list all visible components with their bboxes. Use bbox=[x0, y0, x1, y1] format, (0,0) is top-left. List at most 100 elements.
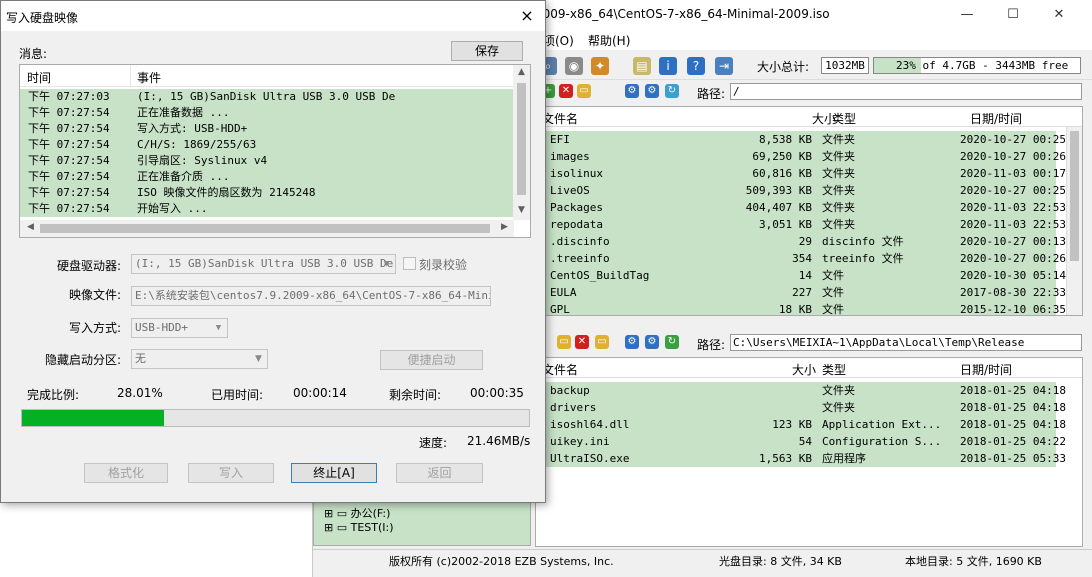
log-hscroll-thumb[interactable] bbox=[40, 224, 490, 233]
log-row[interactable]: 下午 07:27:54 正在准备数据 ... bbox=[20, 105, 514, 121]
file-size: 123 KB bbox=[772, 418, 812, 431]
close-icon[interactable]: × bbox=[515, 5, 539, 27]
file-row[interactable]: ▰EFI8,538 KB文件夹2020-10-27 00:25 bbox=[536, 131, 1066, 148]
column-header-date[interactable]: 日期/时间 bbox=[960, 361, 1012, 378]
maximize-icon[interactable]: ☐ bbox=[999, 4, 1027, 26]
log-horizontal-scrollbar[interactable]: ◀ ▶ bbox=[20, 220, 514, 237]
column-header-type[interactable]: 类型 bbox=[832, 110, 856, 127]
log-row[interactable]: 下午 07:27:54 ISO 映像文件的扇区数为 2145248 bbox=[20, 185, 514, 201]
log-row[interactable]: 下午 07:27:54 C/H/S: 1869/255/63 bbox=[20, 137, 514, 153]
file-row[interactable]: ▰GPL18 KB文件2015-12-10 06:35 bbox=[536, 301, 1066, 315]
iso-list-scrollbar[interactable] bbox=[1066, 127, 1082, 315]
quick-boot-button[interactable]: 便捷启动 bbox=[380, 350, 483, 370]
iso-list-scroll-thumb[interactable] bbox=[1070, 131, 1079, 261]
file-row[interactable]: ▰isoshl64.dll123 KBApplication Ext...201… bbox=[536, 416, 1066, 433]
column-header-name[interactable]: 文件名 bbox=[542, 110, 578, 127]
file-row[interactable]: ▰CentOS_BuildTag14文件2020-10-30 05:14 bbox=[536, 267, 1066, 284]
file-row[interactable]: ▰isolinux60,816 KB文件夹2020-11-03 00:17 bbox=[536, 165, 1066, 182]
log-time: 下午 07:27:54 bbox=[28, 202, 110, 215]
gear-icon[interactable]: ⚙ bbox=[645, 335, 659, 349]
exit-icon[interactable]: ⇥ bbox=[715, 57, 733, 75]
log-header: 时间 事件 bbox=[20, 65, 514, 87]
log-row[interactable]: 下午 07:27:54 引导扇区: Syslinux v4 bbox=[20, 153, 514, 169]
new-folder-icon[interactable]: ▭ bbox=[577, 84, 591, 98]
scroll-up-icon[interactable]: ▲ bbox=[513, 67, 530, 77]
file-row[interactable]: ▰Packages404,407 KB文件夹2020-11-03 22:53 bbox=[536, 199, 1066, 216]
write-mode-select[interactable]: USB-HDD+ ▼ bbox=[131, 318, 228, 338]
verify-checkbox[interactable] bbox=[403, 257, 416, 270]
file-type: 文件 bbox=[822, 269, 844, 282]
settings-icon[interactable]: ⚙ bbox=[625, 335, 639, 349]
hidden-partition-value: 无 bbox=[135, 352, 146, 365]
back-button[interactable]: 返回 bbox=[396, 463, 483, 483]
tree-item[interactable]: ⊞ ▭ 办公(F:) bbox=[324, 505, 390, 521]
file-row[interactable]: ▰uikey.ini54Configuration S...2018-01-25… bbox=[536, 433, 1066, 450]
tree-item-label: 办公(F:) bbox=[350, 507, 391, 520]
log-row[interactable]: 下午 07:27:54 正在准备介质 ... bbox=[20, 169, 514, 185]
file-row[interactable]: ▰LiveOS509,393 KB文件夹2020-10-27 00:25 bbox=[536, 182, 1066, 199]
log-row[interactable]: 下午 07:27:54 开始写入 ... bbox=[20, 201, 514, 217]
close-icon[interactable]: ✕ bbox=[1045, 4, 1073, 26]
column-header-name[interactable]: 文件名 bbox=[542, 361, 578, 378]
folder-icon[interactable]: ▭ bbox=[595, 335, 609, 349]
iso-path-field[interactable]: / bbox=[730, 83, 1082, 100]
tree-item[interactable]: ⊞ ▭ TEST(I:) bbox=[324, 521, 394, 534]
scroll-left-icon[interactable]: ◀ bbox=[22, 222, 39, 232]
delete-icon[interactable]: ✕ bbox=[575, 335, 589, 349]
log-vertical-scrollbar[interactable]: ▲ ▼ bbox=[513, 65, 530, 220]
chevron-down-icon[interactable]: ▼ bbox=[210, 319, 227, 337]
scroll-down-icon[interactable]: ▼ bbox=[513, 205, 530, 215]
speed-label: 速度: bbox=[419, 436, 448, 450]
save-button[interactable]: 保存 bbox=[451, 41, 523, 61]
file-row[interactable]: ▰.discinfo29discinfo 文件2020-10-27 00:13 bbox=[536, 233, 1066, 250]
file-row[interactable]: ▰EULA227文件2017-08-30 22:33 bbox=[536, 284, 1066, 301]
file-name: EULA bbox=[550, 286, 577, 299]
local-path-field[interactable]: C:\Users\MEIXIA~1\AppData\Local\Temp\Rel… bbox=[730, 334, 1082, 351]
minimize-icon[interactable]: — bbox=[953, 4, 981, 26]
refresh-icon[interactable]: ↻ bbox=[665, 335, 679, 349]
chevron-down-icon[interactable]: ▼ bbox=[378, 255, 395, 273]
log-scroll-thumb[interactable] bbox=[517, 83, 526, 195]
tree-item-label: TEST(I:) bbox=[350, 521, 394, 534]
file-row[interactable]: ▰images69,250 KB文件夹2020-10-27 00:26 bbox=[536, 148, 1066, 165]
menu-item-help[interactable]: 帮助(H) bbox=[588, 32, 630, 49]
file-name: Packages bbox=[550, 201, 603, 214]
log-event: 引导扇区: Syslinux v4 bbox=[137, 154, 268, 167]
image-file-field[interactable]: E:\系统安装包\centos7.9.2009-x86_64\CentOS-7-… bbox=[131, 286, 491, 306]
status-copyright: 版权所有 (c)2002-2018 EZB Systems, Inc. bbox=[389, 555, 614, 568]
column-header-time[interactable]: 时间 bbox=[27, 69, 51, 86]
log-row[interactable]: 下午 07:27:03 (I:, 15 GB)SanDisk Ultra USB … bbox=[20, 89, 514, 105]
properties-icon[interactable]: ▤ bbox=[633, 57, 651, 75]
log-row[interactable]: 下午 07:27:54 写入方式: USB-HDD+ bbox=[20, 121, 514, 137]
scroll-right-icon[interactable]: ▶ bbox=[496, 222, 513, 232]
progress-value: 28.01% bbox=[117, 386, 163, 400]
column-header-date[interactable]: 日期/时间 bbox=[970, 110, 1022, 127]
stop-button[interactable]: 终止[A] bbox=[291, 463, 377, 483]
chevron-down-icon[interactable]: ▼ bbox=[250, 350, 267, 368]
file-row[interactable]: ▰repodata3,051 KB文件夹2020-11-03 22:53 bbox=[536, 216, 1066, 233]
format-button[interactable]: 格式化 bbox=[84, 463, 168, 483]
file-row[interactable]: ▰UltraISO.exe1,563 KB应用程序2018-01-25 05:3… bbox=[536, 450, 1066, 467]
column-header-size[interactable]: 大小 bbox=[792, 361, 816, 378]
total-size-value: 1032MB bbox=[821, 57, 869, 74]
write-button[interactable]: 写入 bbox=[188, 463, 274, 483]
drive-select[interactable]: (I:, 15 GB)SanDisk Ultra USB 3.0 USB De … bbox=[131, 254, 396, 274]
column-header-event[interactable]: 事件 bbox=[137, 69, 161, 86]
log-event: 正在准备数据 ... bbox=[137, 106, 230, 119]
help-icon[interactable]: ? bbox=[687, 57, 705, 75]
delete-icon[interactable]: ✕ bbox=[559, 84, 573, 98]
wizard-icon[interactable]: ✦ bbox=[591, 57, 609, 75]
burn-disc-icon[interactable]: ◉ bbox=[565, 57, 583, 75]
settings-icon[interactable]: ⚙ bbox=[625, 84, 639, 98]
refresh-icon[interactable]: ↻ bbox=[665, 84, 679, 98]
log-time: 下午 07:27:54 bbox=[28, 170, 110, 183]
file-row[interactable]: ▰.treeinfo354treeinfo 文件2020-10-27 00:26 bbox=[536, 250, 1066, 267]
new-folder-icon[interactable]: ▭ bbox=[557, 335, 571, 349]
file-row[interactable]: ▰drivers文件夹2018-01-25 04:18 bbox=[536, 399, 1066, 416]
info-icon[interactable]: i bbox=[659, 57, 677, 75]
hidden-partition-select[interactable]: 无 ▼ bbox=[131, 349, 268, 369]
column-header-type[interactable]: 类型 bbox=[822, 361, 846, 378]
gear-icon[interactable]: ⚙ bbox=[645, 84, 659, 98]
menu-item-options[interactable]: 项(O) bbox=[543, 32, 574, 49]
file-row[interactable]: ▰backup文件夹2018-01-25 04:18 bbox=[536, 382, 1066, 399]
